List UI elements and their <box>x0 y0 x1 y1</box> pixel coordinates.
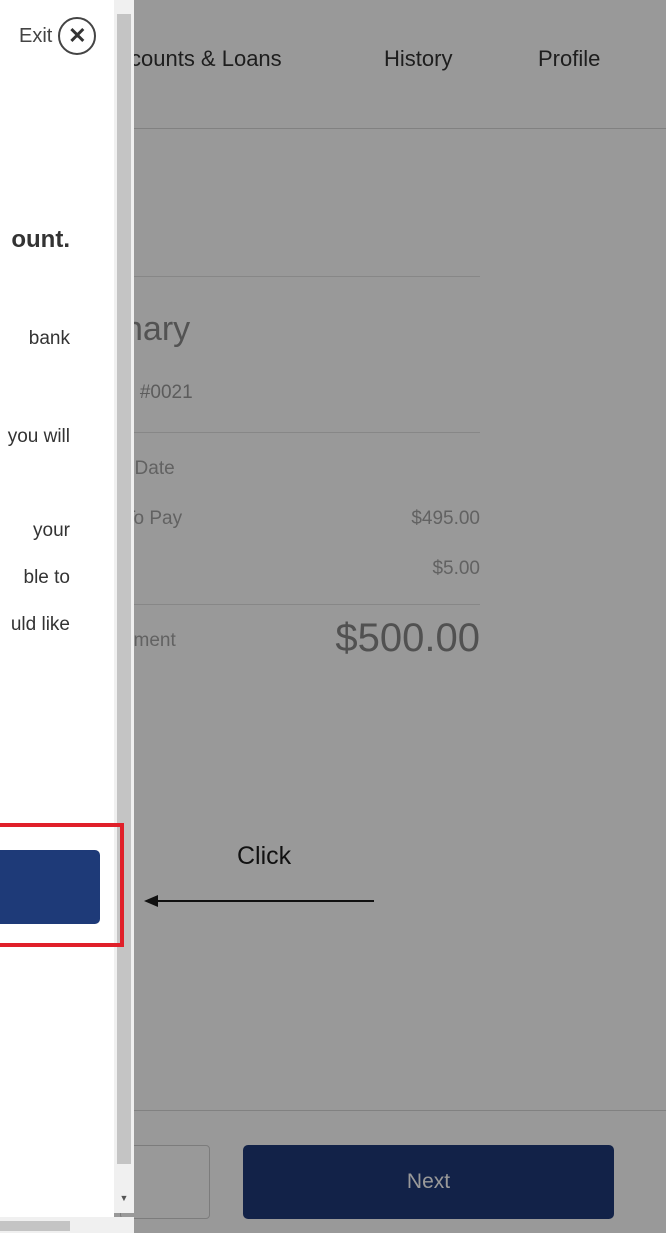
close-icon[interactable]: ✕ <box>58 17 97 55</box>
scroll-up-arrow[interactable] <box>114 0 134 14</box>
vertical-scrollbar[interactable]: ▼ <box>114 0 134 1213</box>
exit-label: Exit <box>19 24 53 47</box>
panel-text-line: you will <box>7 426 70 447</box>
arrow-left-icon <box>144 895 374 907</box>
panel-text-line: your <box>33 520 70 541</box>
panel-text-line: ble to <box>23 567 70 588</box>
panel-text-line: bank <box>28 328 70 349</box>
scroll-down-arrow[interactable]: ▼ <box>114 1190 134 1206</box>
panel-text-line: uld like <box>10 614 70 635</box>
click-annotation-label: Click <box>237 842 292 870</box>
side-panel: Exit ✕ ount. bank you will your ble to u… <box>0 0 114 1233</box>
scroll-thumb[interactable] <box>117 14 131 1164</box>
exit-control[interactable]: Exit ✕ <box>19 17 97 55</box>
horizontal-scrollbar[interactable] <box>0 1217 134 1233</box>
panel-heading: ount. <box>11 226 70 253</box>
modal-overlay <box>110 0 666 1233</box>
horizontal-scroll-thumb[interactable] <box>0 1221 70 1231</box>
highlight-box <box>0 823 124 947</box>
